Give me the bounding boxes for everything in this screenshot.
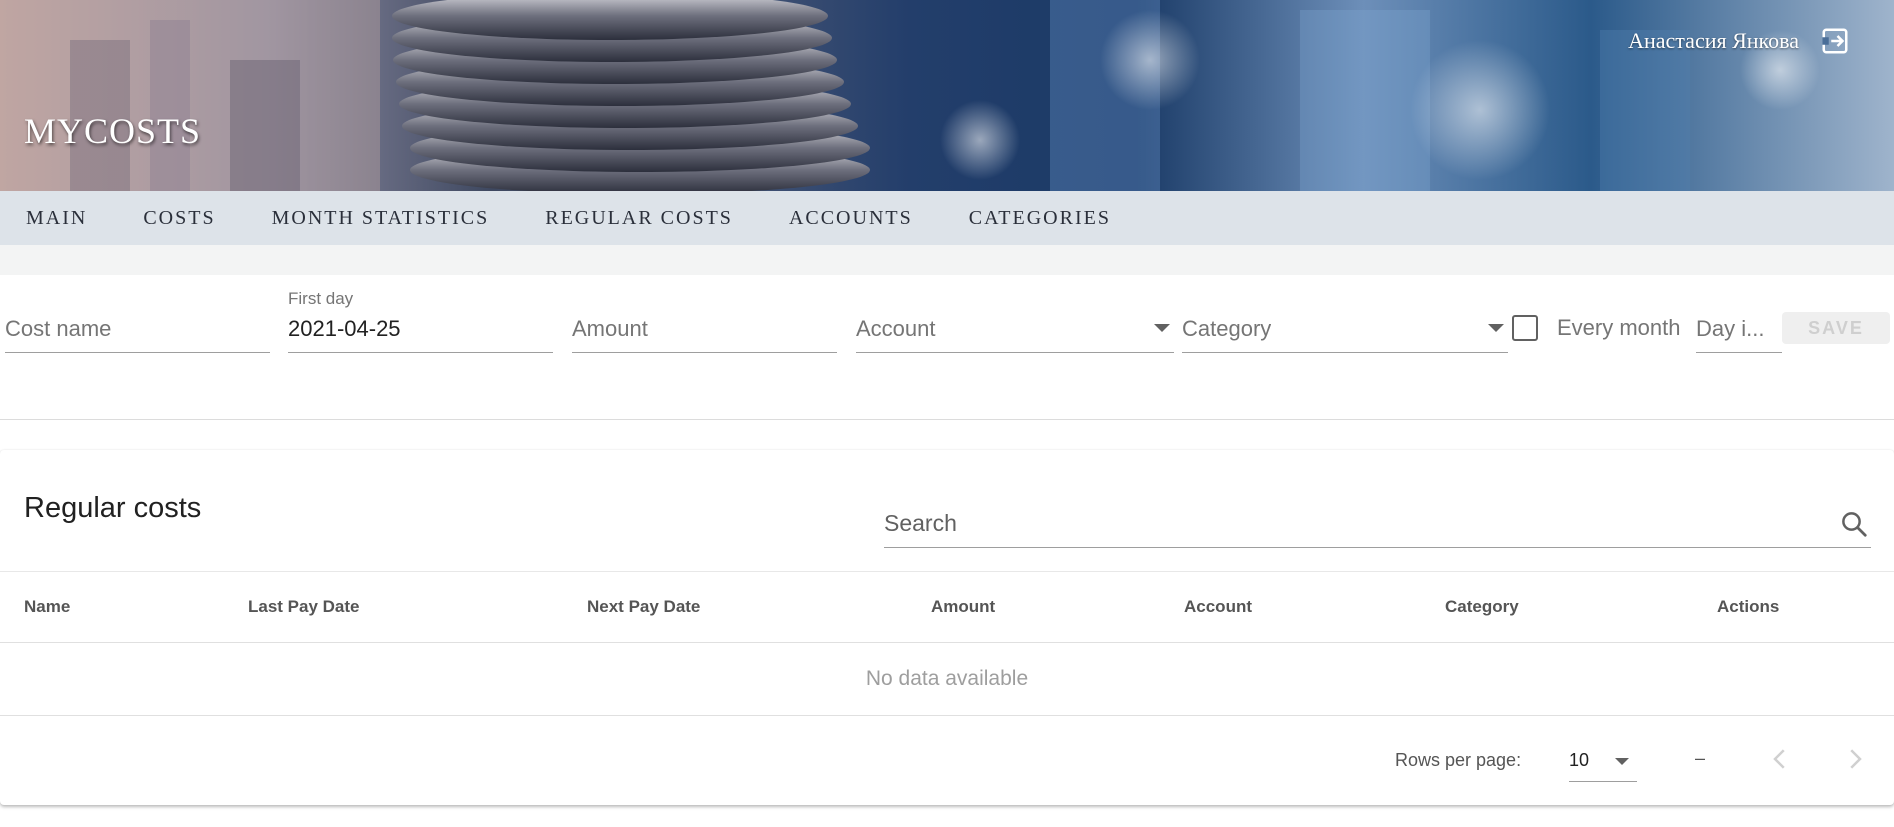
first-day-value: 2021-04-25 bbox=[288, 316, 401, 341]
next-page-icon[interactable] bbox=[1840, 744, 1870, 774]
regular-cost-form: Cost name First day 2021-04-25 Amount Ac… bbox=[0, 275, 1894, 420]
save-button[interactable]: SAVE bbox=[1782, 312, 1890, 344]
category-placeholder: Category bbox=[1182, 316, 1272, 341]
first-day-label: First day bbox=[288, 289, 354, 308]
first-day-field[interactable]: First day 2021-04-25 bbox=[288, 289, 553, 353]
main-nav: MAIN COSTS MONTH STATISTICS REGULAR COST… bbox=[0, 191, 1894, 245]
banner-image bbox=[0, 0, 1820, 191]
search-icon[interactable] bbox=[1839, 509, 1869, 539]
table-footer: Rows per page: 10 – bbox=[0, 716, 1894, 805]
column-amount[interactable]: Amount bbox=[931, 597, 995, 617]
brand-logo[interactable]: MYCOSTS bbox=[24, 110, 201, 152]
nav-item-costs[interactable]: COSTS bbox=[115, 191, 243, 245]
day-field[interactable]: Day i... bbox=[1696, 305, 1782, 353]
previous-page-icon[interactable] bbox=[1765, 744, 1795, 774]
header-banner: MYCOSTS Анастасия Янкова bbox=[0, 0, 1894, 191]
account-select[interactable]: Account bbox=[856, 305, 1174, 353]
nav-item-regular-costs[interactable]: REGULAR COSTS bbox=[517, 191, 761, 245]
nav-item-accounts[interactable]: ACCOUNTS bbox=[761, 191, 941, 245]
rows-per-page-select[interactable]: 10 bbox=[1569, 742, 1637, 782]
card-title: Regular costs bbox=[24, 492, 202, 524]
chevron-down-icon bbox=[1615, 758, 1629, 765]
page-range: – bbox=[1695, 748, 1706, 768]
cost-name-placeholder: Cost name bbox=[5, 316, 112, 341]
nav-item-categories[interactable]: CATEGORIES bbox=[941, 191, 1139, 245]
column-account[interactable]: Account bbox=[1184, 597, 1252, 617]
section-spacer bbox=[0, 245, 1894, 275]
logout-icon[interactable] bbox=[1820, 26, 1850, 56]
column-actions: Actions bbox=[1717, 597, 1780, 616]
column-next-pay-date[interactable]: Next Pay Date bbox=[587, 597, 700, 617]
rows-per-page-value: 10 bbox=[1569, 750, 1590, 770]
table-header: Name Last Pay Date Next Pay Date Amount … bbox=[0, 571, 1894, 643]
chevron-down-icon bbox=[1488, 324, 1504, 332]
empty-message: No data available bbox=[865, 667, 1029, 690]
chevron-down-icon bbox=[1154, 324, 1170, 332]
nav-item-main[interactable]: MAIN bbox=[0, 191, 115, 245]
user-name: Анастасия Янкова bbox=[1628, 28, 1799, 53]
every-month-checkbox[interactable] bbox=[1512, 315, 1538, 341]
regular-costs-card: Regular costs Search Name Last Pay Date … bbox=[0, 450, 1894, 805]
search-placeholder: Search bbox=[884, 510, 957, 536]
cost-name-field[interactable]: Cost name bbox=[5, 305, 270, 353]
rows-per-page-label: Rows per page: bbox=[1395, 750, 1522, 770]
account-placeholder: Account bbox=[856, 316, 936, 341]
amount-field[interactable]: Amount bbox=[572, 305, 837, 353]
nav-item-month-statistics[interactable]: MONTH STATISTICS bbox=[244, 191, 518, 245]
column-category[interactable]: Category bbox=[1445, 597, 1519, 617]
column-name[interactable]: Name bbox=[24, 597, 70, 617]
column-last-pay-date[interactable]: Last Pay Date bbox=[248, 597, 360, 617]
table-empty-row: No data available bbox=[0, 643, 1894, 716]
amount-placeholder: Amount bbox=[572, 316, 648, 341]
search-input[interactable]: Search bbox=[884, 498, 1871, 548]
category-select[interactable]: Category bbox=[1182, 305, 1508, 353]
every-month-label: Every month bbox=[1557, 315, 1681, 340]
day-placeholder: Day i... bbox=[1696, 316, 1765, 341]
